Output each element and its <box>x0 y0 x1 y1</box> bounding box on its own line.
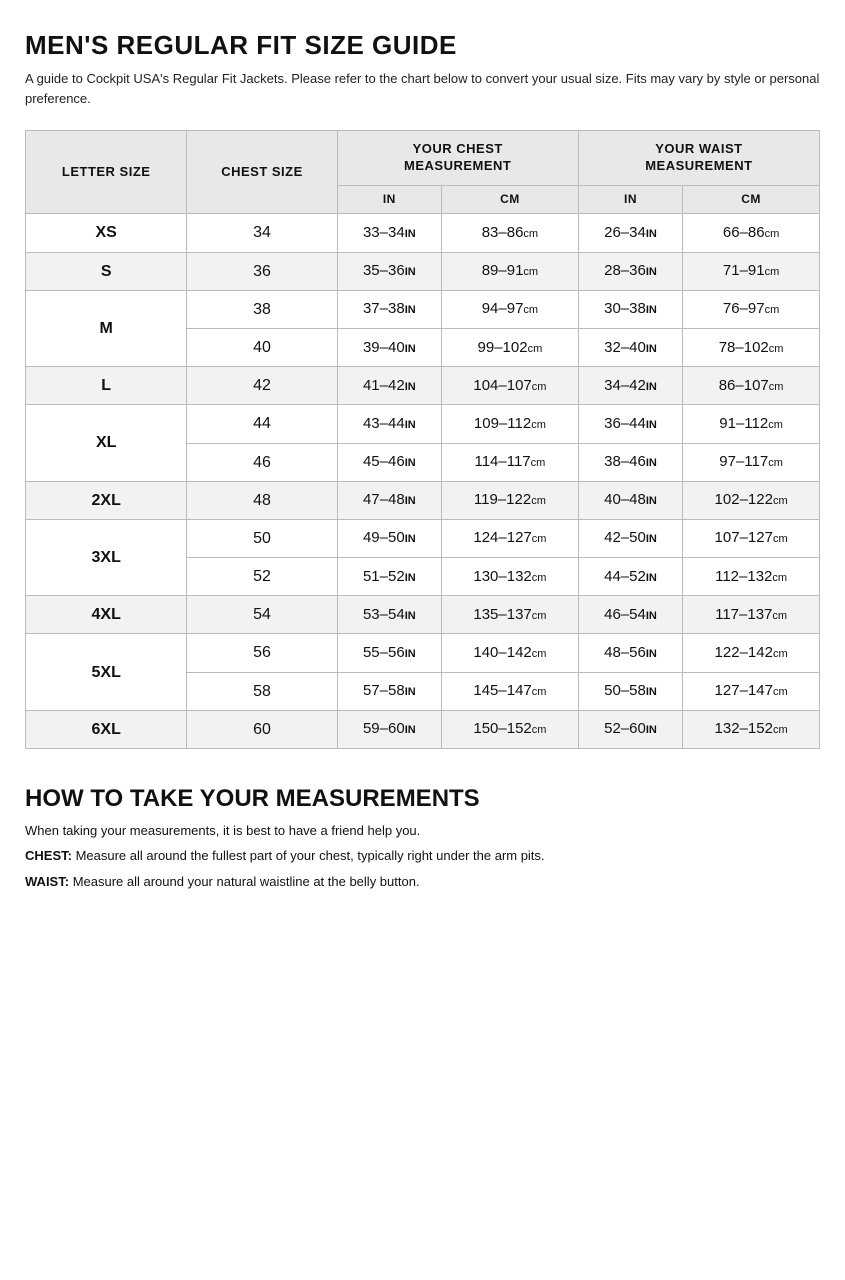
chest-cm-cell: 114–117cm <box>442 443 579 481</box>
col-header-waist-measurement: YOUR WAISTMEASUREMENT <box>578 131 819 186</box>
chest-cm-cell: 89–91cm <box>442 252 579 290</box>
letter-size-cell: 3XL <box>26 519 187 595</box>
waist-cm-cell: 122–142cm <box>683 634 820 672</box>
letter-size-cell: XL <box>26 405 187 481</box>
chest-size-cell: 34 <box>187 214 337 252</box>
how-to-chest: CHEST: Measure all around the fullest pa… <box>25 846 820 866</box>
chest-cm-cell: 130–132cm <box>442 558 579 596</box>
chest-in-cell: 41–42IN <box>337 367 441 405</box>
chest-in-cell: 47–48IN <box>337 481 441 519</box>
waist-cm-cell: 112–132cm <box>683 558 820 596</box>
waist-cm-cell: 66–86cm <box>683 214 820 252</box>
size-guide-table: LETTER SIZE CHEST SIZE YOUR CHESTMEASURE… <box>25 130 820 749</box>
waist-in-cell: 52–60IN <box>578 710 682 748</box>
how-to-intro: When taking your measurements, it is bes… <box>25 823 820 838</box>
chest-in-cell: 35–36IN <box>337 252 441 290</box>
chest-size-cell: 50 <box>187 519 337 557</box>
waist-in-cell: 50–58IN <box>578 672 682 710</box>
waist-in-cell: 42–50IN <box>578 519 682 557</box>
chest-in-cell: 45–46IN <box>337 443 441 481</box>
waist-cm-cell: 127–147cm <box>683 672 820 710</box>
chest-cm-cell: 99–102cm <box>442 328 579 366</box>
sub-col-chest-cm: CM <box>442 185 579 214</box>
letter-size-cell: XS <box>26 214 187 252</box>
chest-in-cell: 49–50IN <box>337 519 441 557</box>
chest-in-cell: 57–58IN <box>337 672 441 710</box>
chest-cm-cell: 135–137cm <box>442 596 579 634</box>
chest-in-cell: 59–60IN <box>337 710 441 748</box>
letter-size-cell: S <box>26 252 187 290</box>
chest-in-cell: 39–40IN <box>337 328 441 366</box>
chest-in-cell: 33–34IN <box>337 214 441 252</box>
waist-cm-cell: 71–91cm <box>683 252 820 290</box>
waist-cm-cell: 86–107cm <box>683 367 820 405</box>
letter-size-cell: 6XL <box>26 710 187 748</box>
page-subtitle: A guide to Cockpit USA's Regular Fit Jac… <box>25 69 820 108</box>
chest-size-cell: 38 <box>187 290 337 328</box>
waist-in-cell: 38–46IN <box>578 443 682 481</box>
col-header-letter-size: LETTER SIZE <box>26 131 187 214</box>
waist-in-cell: 28–36IN <box>578 252 682 290</box>
waist-in-cell: 34–42IN <box>578 367 682 405</box>
letter-size-cell: 4XL <box>26 596 187 634</box>
how-to-items: CHEST: Measure all around the fullest pa… <box>25 846 820 891</box>
how-to-waist: WAIST: Measure all around your natural w… <box>25 872 820 892</box>
waist-cm-cell: 78–102cm <box>683 328 820 366</box>
col-header-chest-size: CHEST SIZE <box>187 131 337 214</box>
chest-in-cell: 53–54IN <box>337 596 441 634</box>
chest-size-cell: 56 <box>187 634 337 672</box>
sub-col-chest-in: IN <box>337 185 441 214</box>
waist-in-cell: 30–38IN <box>578 290 682 328</box>
letter-size-cell: L <box>26 367 187 405</box>
chest-cm-cell: 94–97cm <box>442 290 579 328</box>
waist-in-cell: 26–34IN <box>578 214 682 252</box>
sub-col-waist-in: IN <box>578 185 682 214</box>
page-title: MEN'S REGULAR FIT SIZE GUIDE <box>25 30 820 61</box>
waist-cm-cell: 107–127cm <box>683 519 820 557</box>
waist-in-cell: 36–44IN <box>578 405 682 443</box>
waist-cm-cell: 102–122cm <box>683 481 820 519</box>
waist-in-cell: 46–54IN <box>578 596 682 634</box>
chest-cm-cell: 104–107cm <box>442 367 579 405</box>
chest-in-cell: 51–52IN <box>337 558 441 596</box>
sub-col-waist-cm: CM <box>683 185 820 214</box>
waist-cm-cell: 76–97cm <box>683 290 820 328</box>
letter-size-cell: M <box>26 290 187 366</box>
waist-cm-cell: 132–152cm <box>683 710 820 748</box>
letter-size-cell: 5XL <box>26 634 187 710</box>
chest-size-cell: 58 <box>187 672 337 710</box>
waist-in-cell: 44–52IN <box>578 558 682 596</box>
chest-size-cell: 46 <box>187 443 337 481</box>
waist-cm-cell: 117–137cm <box>683 596 820 634</box>
letter-size-cell: 2XL <box>26 481 187 519</box>
chest-size-cell: 40 <box>187 328 337 366</box>
chest-size-cell: 54 <box>187 596 337 634</box>
chest-cm-cell: 119–122cm <box>442 481 579 519</box>
chest-size-cell: 60 <box>187 710 337 748</box>
col-header-chest-measurement: YOUR CHESTMEASUREMENT <box>337 131 578 186</box>
chest-cm-cell: 124–127cm <box>442 519 579 557</box>
chest-size-cell: 48 <box>187 481 337 519</box>
chest-cm-cell: 145–147cm <box>442 672 579 710</box>
waist-cm-cell: 97–117cm <box>683 443 820 481</box>
waist-in-cell: 32–40IN <box>578 328 682 366</box>
chest-in-cell: 37–38IN <box>337 290 441 328</box>
chest-cm-cell: 140–142cm <box>442 634 579 672</box>
chest-in-cell: 43–44IN <box>337 405 441 443</box>
chest-size-cell: 42 <box>187 367 337 405</box>
chest-cm-cell: 150–152cm <box>442 710 579 748</box>
waist-cm-cell: 91–112cm <box>683 405 820 443</box>
chest-size-cell: 44 <box>187 405 337 443</box>
chest-in-cell: 55–56IN <box>337 634 441 672</box>
chest-size-cell: 36 <box>187 252 337 290</box>
how-to-title: HOW TO TAKE YOUR MEASUREMENTS <box>25 785 820 813</box>
waist-in-cell: 48–56IN <box>578 634 682 672</box>
chest-cm-cell: 83–86cm <box>442 214 579 252</box>
chest-size-cell: 52 <box>187 558 337 596</box>
chest-cm-cell: 109–112cm <box>442 405 579 443</box>
waist-in-cell: 40–48IN <box>578 481 682 519</box>
